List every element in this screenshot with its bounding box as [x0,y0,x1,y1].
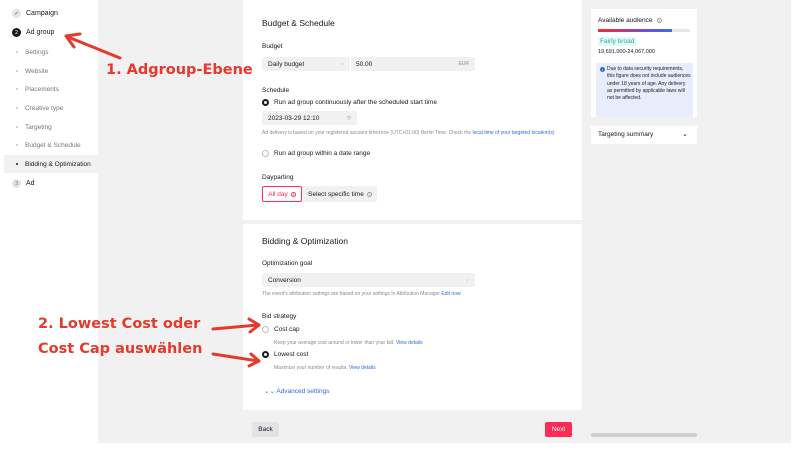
arrow-to-cost-cap [211,323,260,331]
arrow-to-adgroup [66,35,122,60]
annotation-arrows [64,32,261,368]
